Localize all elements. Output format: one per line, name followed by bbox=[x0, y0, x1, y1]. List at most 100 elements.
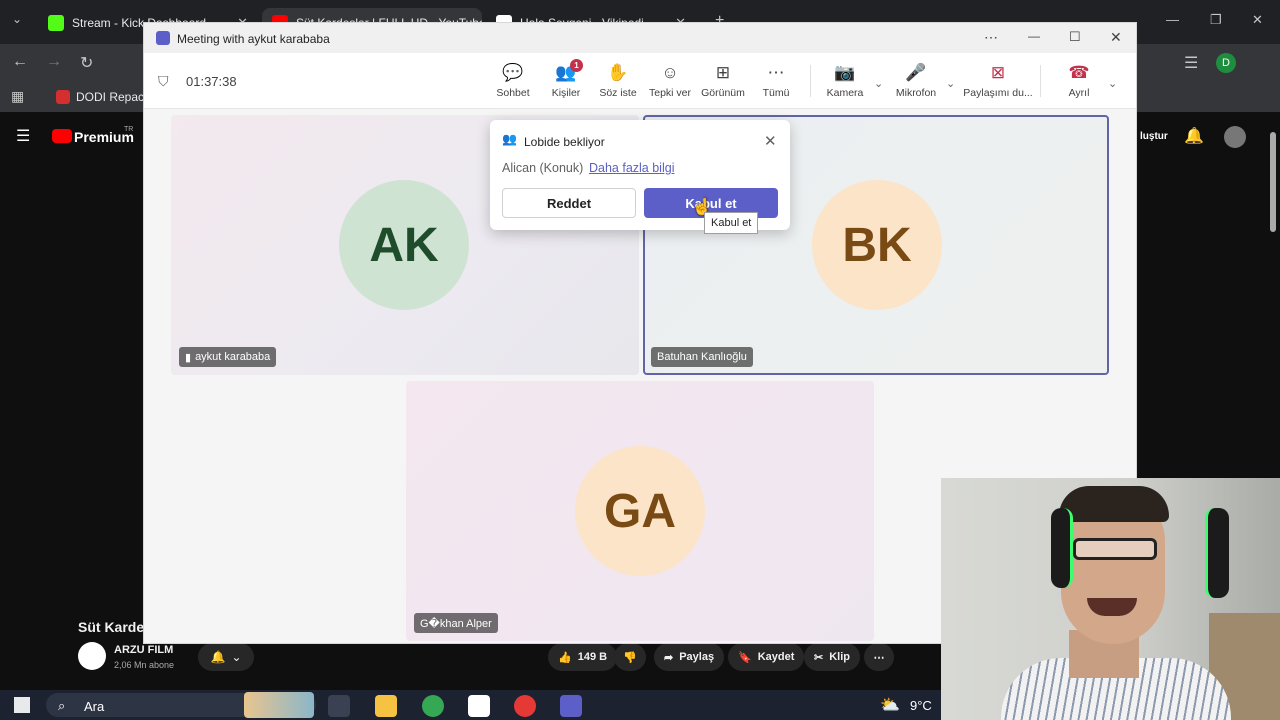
guest-name: Alican (Konuk) bbox=[502, 161, 584, 175]
maximize-icon[interactable]: ☐ bbox=[1069, 29, 1081, 45]
thumbs-up-icon: 👍 bbox=[558, 651, 572, 664]
thumbs-down-icon: 👎 bbox=[623, 651, 637, 664]
title-bar: Meeting with aykut karababa ⋯ — ☐ ✕ bbox=[144, 23, 1136, 53]
view-label: Görünüm bbox=[701, 87, 745, 99]
subscriber-count: 2,06 Mn abone bbox=[114, 660, 175, 670]
task-view-icon[interactable] bbox=[328, 695, 350, 717]
share-button[interactable]: ➦ Paylaş bbox=[654, 643, 725, 671]
search-icon: ⌕ bbox=[58, 698, 66, 713]
meeting-toolbar: ⛉ 01:37:38 💬 Sohbet 👥 1 Kişiler ✋ Söz is… bbox=[144, 53, 1136, 109]
microphone-button[interactable]: 🎤 Mikrofon bbox=[886, 61, 946, 99]
participant-name-tag: G�khan Alper bbox=[414, 613, 498, 633]
like-count: 149 B bbox=[577, 651, 608, 663]
smiley-icon: ☺ bbox=[661, 63, 679, 82]
avatar: AK bbox=[339, 180, 469, 310]
avatar-initials: AK bbox=[369, 218, 439, 272]
search-highlight-image bbox=[244, 692, 314, 718]
taskbar-search-label: Ara bbox=[84, 699, 105, 714]
signal-bars-icon: ▮ bbox=[185, 351, 192, 364]
file-explorer-icon[interactable] bbox=[375, 695, 397, 717]
notification-bell-button[interactable]: 🔔 ⌄ bbox=[198, 643, 254, 671]
stop-sharing-button[interactable]: ⊠ Paylaşımı du... bbox=[963, 61, 1033, 99]
view-button[interactable]: ⊞ Görünüm bbox=[693, 61, 753, 99]
region-code: TR bbox=[124, 126, 134, 133]
clip-label: Klip bbox=[829, 651, 850, 663]
close-window-icon[interactable]: ✕ bbox=[1252, 12, 1263, 28]
raise-hand-label: Söz iste bbox=[599, 87, 637, 99]
chat-label: Sohbet bbox=[496, 87, 530, 99]
headset-left-icon bbox=[1051, 508, 1073, 588]
minimize-icon[interactable]: — bbox=[1028, 29, 1040, 43]
youtube-logo-icon bbox=[52, 129, 72, 143]
scissors-icon: ✂ bbox=[814, 651, 824, 664]
microphone-icon: 🎤 bbox=[905, 63, 927, 82]
more-info-link[interactable]: Daha fazla bilgi bbox=[589, 161, 674, 175]
user-avatar[interactable] bbox=[1224, 126, 1246, 148]
teams-icon[interactable] bbox=[560, 695, 582, 717]
close-icon[interactable]: ✕ bbox=[764, 132, 777, 150]
people-icon: 👥 bbox=[502, 132, 517, 146]
tab-search-icon[interactable]: ⌄ bbox=[12, 12, 22, 26]
avatar-initials: BK bbox=[842, 218, 912, 272]
react-button[interactable]: ☺ Tepki ver bbox=[640, 61, 700, 99]
chevron-down-icon: ⌄ bbox=[231, 650, 242, 664]
avatar: BK bbox=[812, 180, 942, 310]
minimize-icon[interactable]: — bbox=[1166, 12, 1179, 27]
scrollbar[interactable] bbox=[1270, 132, 1276, 232]
webcam-overlay bbox=[941, 478, 1280, 720]
more-actions-button[interactable]: ⋯ bbox=[864, 643, 894, 671]
camera-button[interactable]: 📷 Kamera bbox=[815, 61, 875, 99]
tooltip-text: Kabul et bbox=[711, 217, 752, 229]
react-label: Tepki ver bbox=[648, 87, 691, 99]
back-icon[interactable]: ← bbox=[12, 53, 28, 71]
grid-icon: ⊞ bbox=[715, 63, 731, 82]
apps-grid-icon[interactable]: ▦ bbox=[11, 88, 24, 105]
create-button[interactable]: luştur bbox=[1140, 131, 1168, 142]
leave-button[interactable]: ☎ Ayrıl bbox=[1049, 61, 1109, 99]
menu-icon[interactable]: ☰ bbox=[16, 126, 30, 146]
dislike-button[interactable]: 👎 bbox=[614, 643, 646, 671]
camera-label: Kamera bbox=[826, 87, 864, 99]
bookmark-dodi[interactable]: DODI Repack bbox=[76, 90, 150, 104]
people-icon: 👥 bbox=[555, 63, 577, 82]
people-label: Kişiler bbox=[551, 87, 581, 99]
people-button[interactable]: 👥 1 Kişiler bbox=[536, 59, 596, 99]
windows-start-icon[interactable] bbox=[14, 697, 30, 713]
save-button[interactable]: 🔖 Kaydet bbox=[728, 643, 805, 671]
close-icon[interactable]: ✕ bbox=[1110, 29, 1122, 46]
microphone-label: Mikrofon bbox=[895, 87, 937, 99]
channel-avatar[interactable] bbox=[78, 642, 106, 670]
camera-options-chevron-icon[interactable]: ⌄ bbox=[874, 77, 883, 90]
chat-button[interactable]: 💬 Sohbet bbox=[483, 61, 543, 99]
mic-options-chevron-icon[interactable]: ⌄ bbox=[946, 77, 955, 90]
more-label: Tümü bbox=[762, 87, 790, 99]
more-icon: ⋯ bbox=[873, 651, 885, 664]
reject-label: Reddet bbox=[546, 195, 592, 211]
lobby-title: Lobide bekliyor bbox=[524, 135, 605, 149]
chat-icon: 💬 bbox=[502, 63, 524, 82]
obs-icon[interactable] bbox=[514, 695, 536, 717]
leave-label: Ayrıl bbox=[1068, 87, 1090, 99]
bell-icon[interactable]: 🔔 bbox=[1184, 126, 1204, 146]
people-badge: 1 bbox=[570, 59, 583, 72]
clip-button[interactable]: ✂ Klip bbox=[804, 643, 860, 671]
teams-logo-icon bbox=[156, 31, 170, 45]
raise-hand-button[interactable]: ✋ Söz iste bbox=[588, 61, 648, 99]
profile-avatar[interactable]: D bbox=[1216, 53, 1236, 73]
more-button[interactable]: ⋯ Tümü bbox=[746, 61, 806, 99]
more-options-icon[interactable]: ⋯ bbox=[984, 29, 998, 46]
reject-button[interactable]: Reddet bbox=[502, 188, 636, 218]
chrome-icon[interactable] bbox=[422, 695, 444, 717]
stop-share-icon: ⊠ bbox=[990, 63, 1006, 82]
participant-tile-ga[interactable]: GA G�khan Alper bbox=[406, 381, 874, 641]
restore-icon[interactable]: ❐ bbox=[1210, 12, 1222, 28]
channel-name[interactable]: ARZU FILM bbox=[114, 644, 173, 656]
window-title: Meeting with aykut karababa bbox=[177, 32, 330, 46]
leave-options-chevron-icon[interactable]: ⌄ bbox=[1108, 77, 1117, 90]
reload-icon[interactable]: ↻ bbox=[80, 53, 93, 73]
extensions-icon[interactable]: ☰ bbox=[1184, 53, 1198, 73]
forward-icon[interactable]: → bbox=[46, 53, 62, 71]
temperature-label: 9°C bbox=[910, 698, 932, 713]
capcut-icon[interactable] bbox=[468, 695, 490, 717]
like-button[interactable]: 👍 149 B bbox=[548, 643, 618, 671]
